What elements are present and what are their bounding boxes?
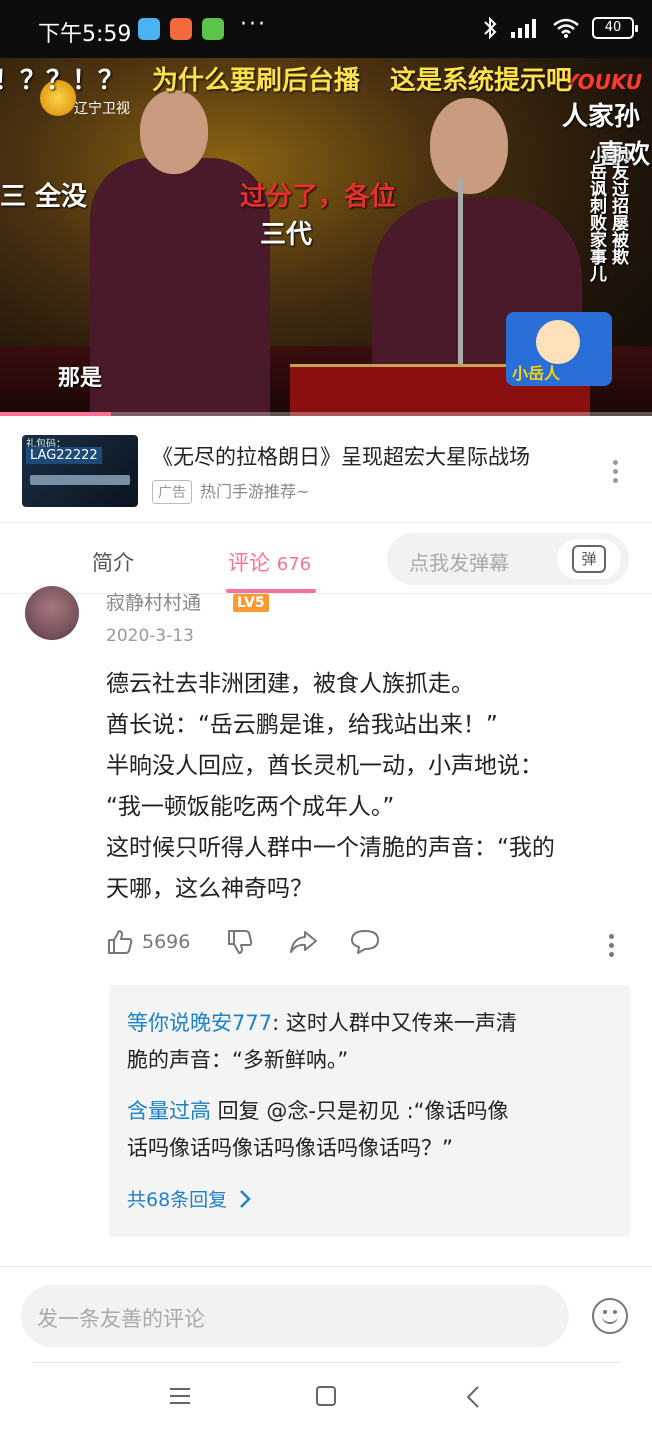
reply-author[interactable]: 等你说晚安777 (127, 1011, 272, 1035)
reply-text: 话吗像话吗像话吗像话吗像话吗？” (127, 1136, 453, 1160)
reply-author[interactable]: 含量过高 (127, 1099, 211, 1123)
ad-badge: 广告 (152, 480, 192, 504)
danmaku-toggle-button[interactable]: 弹 (557, 539, 621, 579)
tab-comments[interactable]: 评论 676 (228, 547, 311, 577)
ad-title[interactable]: 《无尽的拉格朗日》呈现超宏大星际战场 (152, 441, 530, 471)
like-count: 5696 (142, 931, 191, 953)
danmaku-item: 过分了，各位 (240, 182, 397, 212)
taobao-app-icon (170, 18, 192, 40)
comment-username[interactable]: 寂静村村通 (106, 588, 201, 615)
comment-line: 半晌没人回应，酋长灵机一动，小声地说： (106, 753, 543, 779)
avatar[interactable] (25, 586, 79, 640)
tab-bar: 简介 评论 676 点我发弹幕 弹 (0, 522, 652, 594)
reply-button[interactable] (350, 928, 380, 956)
ad-card[interactable]: 礼包码： LAG22222 《无尽的拉格朗日》呈现超宏大星际战场 广告 热门手游… (0, 416, 652, 522)
comment-line: 德云社去非洲团建，被食人族抓走。 (106, 671, 474, 697)
mascot-logo: 小岳人 (506, 312, 612, 386)
danmaku-item: 这是系统提示吧 (390, 66, 573, 96)
reply-text: : 这时人群中又传来一声清 (272, 1011, 517, 1035)
status-time: 下午5:59 (38, 22, 132, 47)
comment-line: 这时候只听得人群中一个清脆的声音：“我的 (106, 835, 555, 861)
thumbs-down-icon (228, 930, 253, 954)
reply-text: 脆的声音：“多新鲜呐。” (127, 1048, 349, 1072)
comment-content: 德云社去非洲团建，被食人族抓走。 酋长说：“岳云鹏是谁，给我站出来！” 半晌没人… (106, 664, 636, 910)
battery-icon: 40 (592, 17, 638, 39)
share-button[interactable] (288, 928, 318, 956)
ad-thumb-ship (30, 475, 130, 485)
more-replies-label: 共68条回复 (127, 1189, 228, 1211)
comment-more-icon[interactable] (608, 934, 614, 957)
tab-comments-count: 676 (276, 554, 312, 575)
danmaku-item: 三代 (260, 220, 313, 250)
video-player[interactable]: 辽宁卫视 YOUKU ！？？！？ 为什么要刷后台播 这是系统提示吧 人家孙 喜欢… (0, 58, 652, 416)
share-icon (290, 931, 317, 953)
comment-input[interactable]: 发一条友善的评论 (21, 1285, 569, 1347)
reply-item: 含量过高 回复 @念-只是初见 :“像话吗像 话吗像话吗像话吗像话吗像话吗？” (127, 1093, 613, 1167)
danmaku-item: 人家孙 (562, 102, 641, 132)
ad-thumb-code: LAG22222 (26, 447, 102, 464)
thumbs-up-icon (108, 930, 133, 954)
signal-icon (511, 19, 536, 38)
status-more: ··· (240, 12, 267, 37)
menu-nav-icon[interactable] (168, 1385, 192, 1407)
danmaku-item: 那是 (58, 366, 103, 391)
download-icon (202, 18, 224, 40)
mascot-label: 小岳人 (512, 364, 561, 383)
youku-watermark: YOUKU (563, 70, 642, 94)
comment-input-placeholder: 发一条友善的评论 (37, 1307, 205, 1331)
home-nav-icon[interactable] (314, 1385, 338, 1409)
dislike-button[interactable] (226, 928, 254, 956)
chevron-right-icon (240, 1189, 251, 1208)
performer-right-head (430, 98, 508, 194)
emoji-eye (613, 1310, 617, 1314)
more-replies-link[interactable]: 共68条回复 (127, 1185, 251, 1212)
emoji-icon[interactable] (592, 1298, 628, 1334)
ad-thumbnail: 礼包码： LAG22222 (22, 435, 138, 507)
tab-active-indicator (226, 589, 316, 593)
danmaku-icon: 弹 (572, 545, 606, 573)
comment-line: 酋长说：“岳云鹏是谁，给我站出来！” (106, 712, 498, 738)
back-nav-icon[interactable] (464, 1385, 482, 1409)
reply-preview[interactable]: 等你说晚安777: 这时人群中又传来一声清 脆的声音：“多新鲜呐。” 含量过高 … (109, 985, 630, 1237)
comment-date: 2020-3-13 (106, 626, 194, 646)
vertical-caption: 小岳讽刺败家事儿 (586, 146, 606, 282)
danmaku-item: 为什么要刷后台播 (152, 66, 361, 96)
comment-actions: 5696 (106, 928, 626, 964)
mascot-face (536, 320, 580, 364)
emoji-mouth (602, 1315, 618, 1324)
like-button[interactable]: 5696 (106, 928, 190, 956)
comment-line: “我一顿饭能吃两个成年人。” (106, 794, 395, 820)
performer-left-head (140, 90, 208, 174)
wifi-icon (553, 18, 579, 38)
tab-comments-label: 评论 (228, 551, 270, 575)
status-bar: 下午5:59 ··· 40 (0, 0, 652, 58)
reply-item: 等你说晚安777: 这时人群中又传来一声清 脆的声音：“多新鲜呐。” (127, 1005, 613, 1079)
reply-text: 回复 @念-只是初见 :“像话吗像 (211, 1099, 509, 1123)
game-app-icon (138, 18, 160, 40)
emoji-eye (603, 1310, 607, 1314)
danmaku-input[interactable]: 点我发弹幕 弹 (387, 533, 629, 585)
ad-more-icon[interactable] (612, 460, 618, 483)
divider (0, 1266, 652, 1267)
level-badge: LV5 (233, 594, 269, 612)
bluetooth-icon (484, 16, 497, 40)
comment-line: 天哪，这么神奇吗？ (106, 876, 313, 902)
danmaku-item: 三 全没 (0, 182, 88, 212)
divider (32, 1362, 620, 1363)
tab-intro[interactable]: 简介 (92, 547, 134, 577)
ad-subtitle: 热门手游推荐~ (200, 482, 310, 501)
comment-bubble-icon (351, 930, 379, 954)
danmaku-item: ！？？！？ (0, 66, 125, 96)
channel-logo: 辽宁卫视 (74, 101, 130, 117)
vertical-caption: 损友过招屡被欺 (608, 146, 628, 265)
danmaku-placeholder: 点我发弹幕 (409, 551, 509, 575)
